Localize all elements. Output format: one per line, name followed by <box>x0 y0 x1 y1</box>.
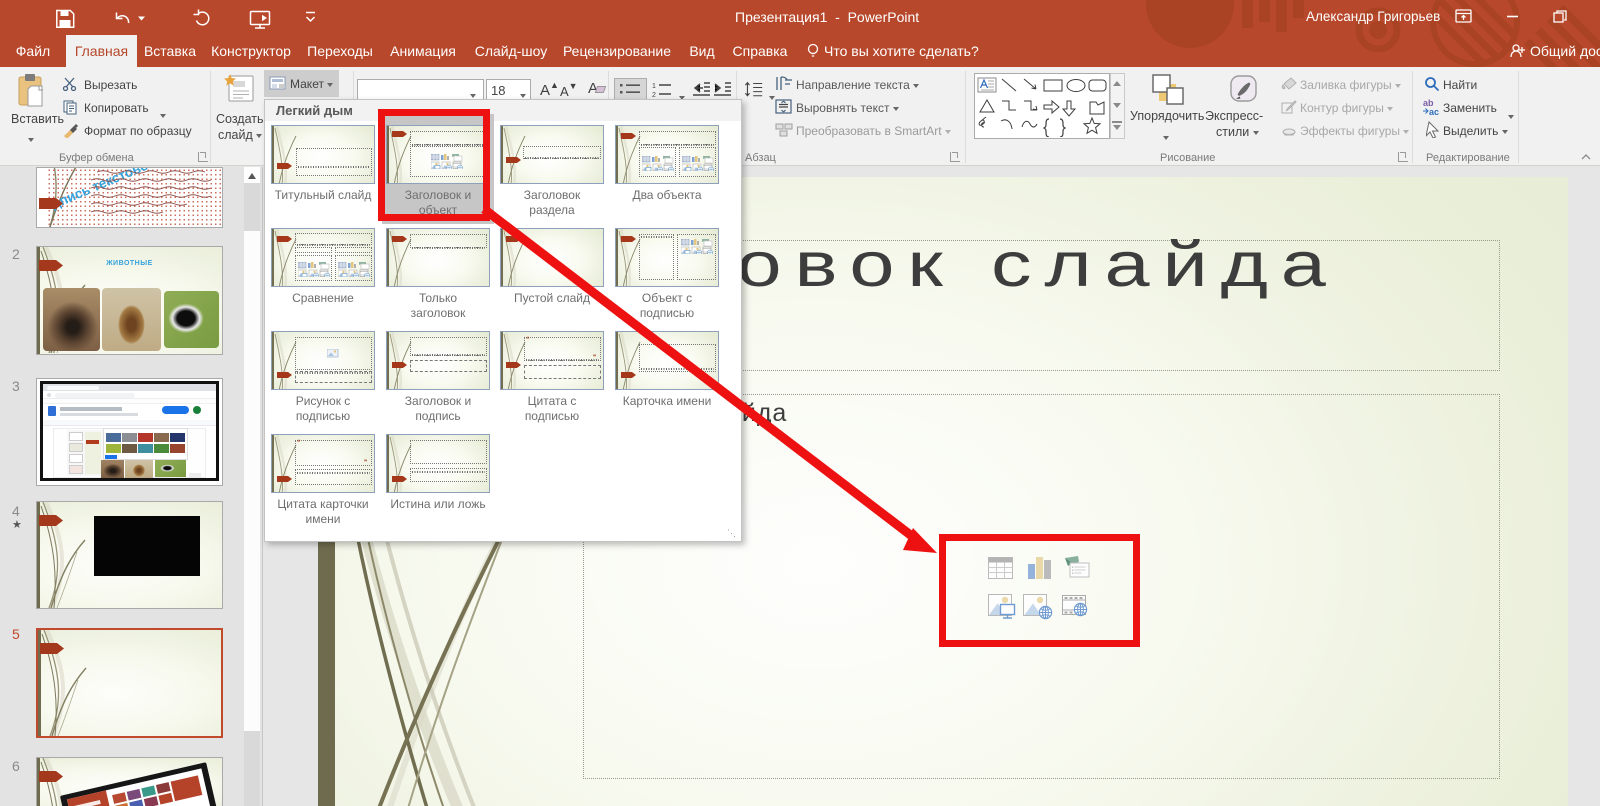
svg-text:1: 1 <box>652 83 656 90</box>
svg-text:2: 2 <box>652 92 656 99</box>
svg-text:ac: ac <box>1429 107 1439 117</box>
